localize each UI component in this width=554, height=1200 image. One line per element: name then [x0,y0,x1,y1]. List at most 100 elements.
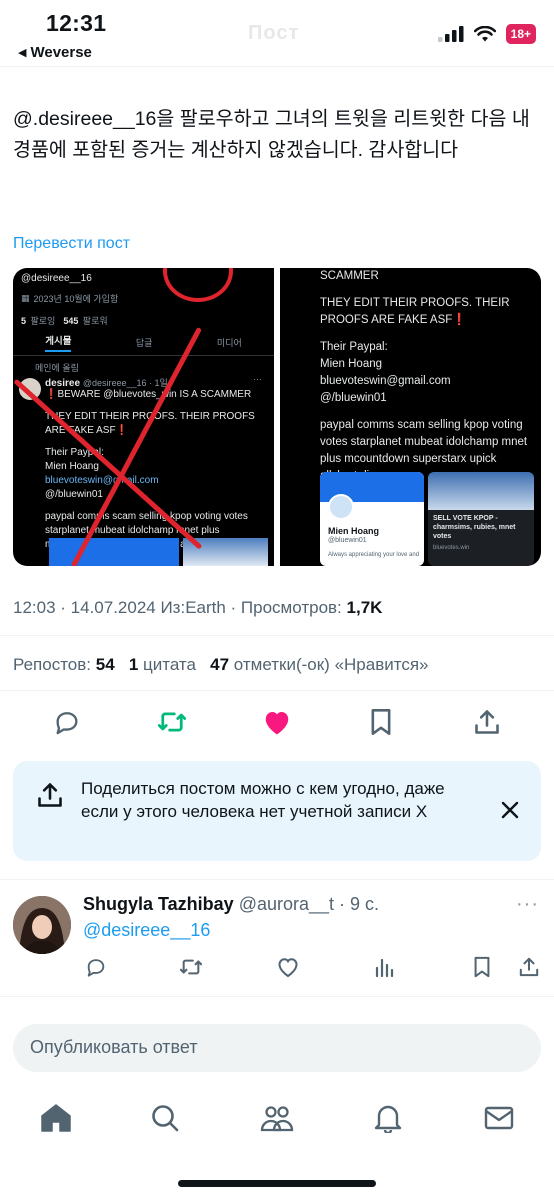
share-button[interactable] [470,705,504,739]
translate-post-link[interactable]: Перевести пост [13,235,130,253]
post-line: Their Paypal: [45,447,104,458]
heart-icon [278,958,298,978]
reply-share-button[interactable] [516,954,542,980]
heart-filled-icon [265,712,289,735]
media-image-left[interactable]: @desireee__16 ▦ 2023년 10월에 가입함 5 팔로잉 545… [13,268,274,566]
nav-messages[interactable] [481,1100,517,1136]
repost-icon [179,959,203,975]
compose-placeholder: Опубликовать ответ [30,1037,198,1057]
embedded-link-card: SELL VOTE KPOP - charmsims, rubies, mnet… [428,472,534,566]
nav-notifications[interactable] [370,1100,406,1136]
joined-row: ▦ 2023년 10월에 가입함 [21,292,118,305]
search-icon [152,1105,179,1132]
views-count[interactable]: 1,7K [347,598,383,617]
communities-icon [260,1106,294,1132]
right-post-body: SCAMMER THEY EDIT THEIR PROOFS. THEIR PR… [320,268,534,485]
post-line: SCAMMER [320,270,379,282]
followers-label: 팔로워 [82,316,108,326]
back-to-app-button[interactable]: ◀ Weverse [18,44,92,61]
tweet-text: @.desireee__16을 팔로우하고 그녀의 트윗을 리트윗한 다음 내 … [13,108,530,161]
reply-header: Shugyla Tazhibay @aurora__t · 9 с. [83,894,379,915]
repost-button[interactable] [155,705,189,739]
post-author-handle: @desireee__16 · 1일 [82,378,168,388]
home-icon [41,1104,71,1132]
card-handle: @bluewin01 [328,537,367,544]
home-indicator [178,1180,376,1187]
quotes-stat[interactable]: 1 цитата [129,655,196,674]
post-line: Mien Hoang [320,358,383,370]
profile-tabs: 게시물 답글 미디어 [13,330,274,356]
post-line: @/bluewin01 [45,489,103,500]
repost-icon [157,712,187,732]
reply-views-button[interactable] [371,954,397,980]
share-prompt-banner[interactable]: Поделиться постом можно с кем угодно, да… [13,761,541,861]
reply-compose-input[interactable]: Опубликовать ответ [13,1024,541,1072]
reply-avatar[interactable] [13,896,71,954]
reply-mention-link[interactable]: @desireee__16 [83,920,210,941]
likes-label: отметки(-ок) «Нравится» [229,655,429,674]
likes-count: 47 [210,655,230,674]
pinned-label: 메인에 올림 [35,363,79,373]
like-button[interactable] [260,705,294,739]
post-line: bluevoteswin@gmail.com [320,375,451,387]
card-name: Mien Hoang [328,526,379,536]
media-image-right[interactable]: SCAMMER THEY EDIT THEIR PROOFS. THEIR PR… [280,268,541,566]
reply-action-bar [0,954,554,984]
share-icon [38,783,62,807]
cellular-signal-icon [437,26,464,42]
reply-like-button[interactable] [275,954,301,980]
joined-date: 2023년 10월에 가입함 [33,294,119,304]
avatar-image [13,896,71,954]
calendar-icon: ▦ [21,293,30,303]
tweet-meta: 12:03 · 14.07.2024 Из:Earth · Просмотров… [13,598,382,618]
status-time: 12:31 [46,10,107,36]
compose-divider [0,996,554,997]
likes-stat[interactable]: 47 отметки(-ок) «Нравится» [210,655,428,674]
blurred-header-title: Пост [248,22,300,44]
reply-author-handle: @aurora__t · 9 с. [238,894,380,914]
nav-search[interactable] [147,1100,183,1136]
reply-reply-button[interactable] [83,954,109,980]
close-icon [501,801,519,819]
quotes-count: 1 [128,655,139,674]
profile-tab-posts: 게시물 [45,333,72,352]
post-line: Their Paypal: [320,341,388,353]
battery-indicator: 18+ [505,24,536,44]
tweet-media[interactable]: @desireee__16 ▦ 2023년 10월에 가입함 5 팔로잉 545… [13,268,541,566]
bottom-navigation [0,1092,554,1144]
post-line: @/bluewin01 [320,392,387,404]
reply-divider [0,879,554,880]
header-divider [0,66,554,67]
nav-communities[interactable] [259,1100,295,1136]
stats-divider [0,690,554,691]
status-bar: 12:31 Пост ◀ Weverse 18+ [0,0,554,66]
tweet-timestamp: 12:03 · 14.07.2024 Из:Earth · Просмотров… [13,598,347,617]
reposts-stat[interactable]: Репостов: 54 [13,655,115,674]
bookmark-button[interactable] [364,705,398,739]
back-app-label: Weverse [30,44,92,61]
red-scribble-mark [163,268,233,302]
follow-counts: 5 팔로잉 545 팔로워 [21,311,108,329]
reply-button[interactable] [50,705,84,739]
analytics-icon [375,958,394,978]
reply-bookmark-button[interactable] [469,954,495,980]
following-label: 팔로잉 [30,316,56,326]
reposts-count: 54 [95,655,115,674]
reply-icon [87,959,105,977]
following-count: 5 [21,316,27,326]
embedded-profile-card: Mien Hoang @bluewin01 Always appreciatin… [320,472,424,566]
nav-home[interactable] [38,1100,74,1136]
profile-tab-replies: 답글 [135,338,153,348]
post-line: THEY EDIT THEIR PROOFS. THEIR PROOFS ARE… [320,297,510,326]
post-more-icon: ··· [253,374,262,384]
close-banner-button[interactable] [497,797,523,823]
link-card-domain: bluevotes.win [433,545,470,551]
reply-repost-button[interactable] [178,954,204,980]
reply-author-name[interactable]: Shugyla Tazhibay [83,894,234,914]
wifi-icon [473,26,496,42]
bell-icon [374,1105,402,1133]
bookmark-icon [474,956,490,978]
meta-divider [0,635,554,636]
reply-more-icon[interactable]: ··· [516,893,539,916]
share-icon [519,957,539,977]
